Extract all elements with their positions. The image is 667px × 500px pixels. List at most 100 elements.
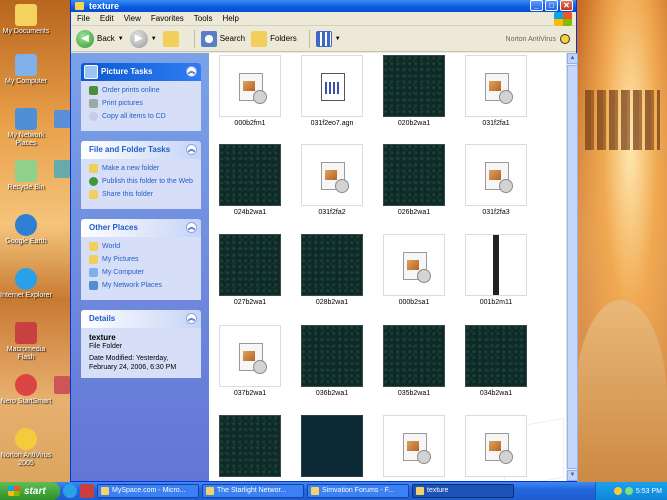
views-button[interactable]: ▼: [315, 30, 341, 47]
task-label: Share this folder: [102, 191, 153, 198]
task-copy-to-cd[interactable]: Copy all items to CD: [89, 112, 195, 121]
menu-tools[interactable]: Tools: [194, 14, 213, 23]
collapse-icon[interactable]: ︽: [186, 66, 197, 77]
close-button[interactable]: ✕: [560, 0, 573, 11]
task-share-folder[interactable]: Share this folder: [89, 190, 195, 199]
desktop-icon-internet-explorer[interactable]: Internet Explorer: [0, 268, 52, 300]
taskbar-button-myspace[interactable]: MySpace.com - Micro...: [97, 484, 199, 498]
scroll-up-arrow-icon[interactable]: ▲: [567, 53, 578, 64]
file-thumbnail[interactable]: 031f2fa2: [301, 144, 363, 217]
file-thumbnail[interactable]: 028b2wa1: [301, 234, 363, 307]
place-world[interactable]: World: [89, 242, 195, 251]
network-tray-icon[interactable]: [624, 487, 633, 495]
file-thumbnail[interactable]: [383, 415, 445, 480]
start-button[interactable]: start: [0, 482, 60, 500]
folders-button[interactable]: Folders: [251, 30, 297, 47]
thumbnail-preview: [465, 325, 527, 387]
file-thumbnail[interactable]: 000b2fm1: [219, 55, 281, 128]
desktop-icon-label: Nero StartSmart: [0, 398, 52, 405]
back-button[interactable]: ◀ Back ▼: [76, 29, 124, 48]
quicklaunch-ie-icon[interactable]: [63, 484, 77, 498]
panel-title: Picture Tasks: [101, 67, 153, 76]
file-thumbnail[interactable]: 001b2m11: [465, 234, 527, 307]
task-print-pictures[interactable]: Print pictures: [89, 99, 195, 108]
minimize-button[interactable]: _: [530, 0, 543, 11]
thumbnail-preview: [465, 144, 527, 206]
task-order-prints[interactable]: Order prints online: [89, 86, 195, 95]
collapse-icon[interactable]: ︽: [186, 313, 197, 324]
desktop-icon-label: Google Earth: [5, 238, 47, 245]
back-label: Back: [97, 34, 115, 43]
file-thumbnail[interactable]: 031f2fa1: [465, 55, 527, 128]
details-header[interactable]: Details ︽: [81, 310, 201, 328]
taskbar-button-starlight[interactable]: The Starlight Networ...: [202, 484, 304, 498]
place-network[interactable]: My Network Places: [89, 281, 195, 290]
file-thumbnail[interactable]: 020b2wa1: [383, 55, 445, 128]
desktop-icon-nero[interactable]: Nero StartSmart: [0, 374, 52, 406]
place-my-pictures[interactable]: My Pictures: [89, 255, 195, 264]
desktop-icon-my-computer[interactable]: My Computer: [0, 54, 52, 86]
file-name: 027b2wa1: [233, 299, 267, 306]
norton-icon: [15, 428, 37, 450]
image-file-icon: [485, 433, 513, 464]
details-type: File Folder: [89, 343, 123, 350]
task-new-folder[interactable]: Make a new folder: [89, 164, 195, 173]
desktop-icon-network-places[interactable]: My Network Places: [0, 108, 52, 148]
desktop-icon-recycle-bin[interactable]: Recycle Bin: [0, 160, 52, 192]
desktop-icon-norton[interactable]: Norton AntiVirus 2005: [0, 428, 52, 468]
desktop-icon-my-documents[interactable]: My Documents: [0, 4, 52, 36]
back-arrow-icon: ◀: [76, 29, 94, 48]
file-thumbnail[interactable]: 026b2wa1: [383, 144, 445, 217]
menu-help[interactable]: Help: [222, 14, 238, 23]
file-thumbnail[interactable]: [219, 415, 281, 480]
scroll-thumb[interactable]: [567, 65, 578, 469]
menu-file[interactable]: File: [77, 14, 90, 23]
panel-title: File and Folder Tasks: [89, 145, 171, 154]
desktop-icon-flash[interactable]: Macromedia Flash: [0, 322, 52, 362]
file-thumbnail[interactable]: 035b2wa1: [383, 325, 445, 398]
file-thumbnail[interactable]: 024b2wa1: [219, 144, 281, 217]
file-thumbnail[interactable]: 000b2sa1: [383, 234, 445, 307]
forward-button[interactable]: ▶ ▼: [129, 29, 157, 48]
file-thumbnail[interactable]: [465, 415, 527, 480]
maximize-button[interactable]: □: [545, 0, 558, 11]
desktop-icon-google-earth[interactable]: Google Earth: [0, 214, 52, 246]
up-folder-button[interactable]: [162, 30, 182, 47]
menu-view[interactable]: View: [124, 14, 141, 23]
desktop-icon-label: Internet Explorer: [0, 292, 52, 299]
title-bar[interactable]: texture _ □ ✕: [71, 0, 576, 12]
taskbar-button-simvation[interactable]: Simvation Forums - F...: [307, 484, 409, 498]
search-button[interactable]: Search: [200, 30, 245, 47]
image-file-icon: [239, 343, 267, 374]
file-name: 031f2fa2: [318, 209, 346, 216]
partial-desktop-icon[interactable]: [54, 160, 70, 178]
clock[interactable]: 5:53 PM: [636, 488, 662, 495]
order-prints-icon: [89, 86, 98, 95]
menu-favorites[interactable]: Favorites: [151, 14, 184, 23]
thumbnail-preview: [301, 144, 363, 206]
taskbar-button-texture[interactable]: texture: [412, 484, 514, 498]
menu-edit[interactable]: Edit: [100, 14, 114, 23]
file-thumbnail[interactable]: [301, 415, 363, 480]
file-thumbnail[interactable]: 034b2wa1: [465, 325, 527, 398]
norton-toolbar[interactable]: Norton AntiVirus: [506, 34, 570, 44]
norton-tray-icon[interactable]: [613, 487, 622, 495]
partial-desktop-icon[interactable]: [54, 376, 70, 394]
place-my-computer[interactable]: My Computer: [89, 268, 195, 277]
vertical-scrollbar[interactable]: ▲ ▼: [566, 53, 578, 481]
file-thumbnail[interactable]: 037b2wa1: [219, 325, 281, 398]
quicklaunch-app-icon[interactable]: [80, 484, 94, 498]
partial-desktop-icon[interactable]: [54, 110, 70, 128]
dropdown-arrow-icon: ▼: [334, 35, 341, 42]
file-thumbnail[interactable]: 036b2wa1: [301, 325, 363, 398]
collapse-icon[interactable]: ︽: [186, 144, 197, 155]
file-thumbnail[interactable]: 027b2wa1: [219, 234, 281, 307]
other-places-header[interactable]: Other Places ︽: [81, 219, 201, 237]
file-thumbnail[interactable]: 031f2eo7.agn: [301, 55, 363, 128]
task-publish-web[interactable]: Publish this folder to the Web: [89, 177, 195, 186]
collapse-icon[interactable]: ︽: [186, 222, 197, 233]
scroll-down-arrow-icon[interactable]: ▼: [567, 470, 578, 481]
picture-tasks-header[interactable]: Picture Tasks ︽: [81, 63, 201, 81]
file-folder-tasks-header[interactable]: File and Folder Tasks ︽: [81, 141, 201, 159]
file-thumbnail[interactable]: 031f2fa3: [465, 144, 527, 217]
